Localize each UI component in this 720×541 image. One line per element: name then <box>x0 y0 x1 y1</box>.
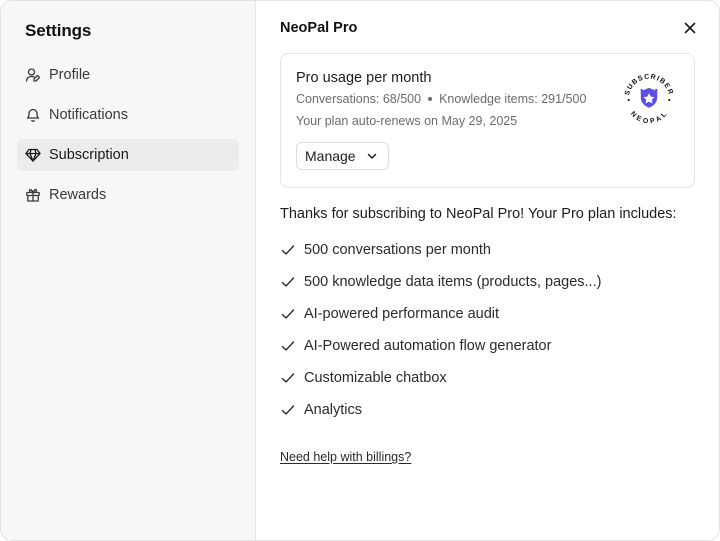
usage-card: Pro usage per month Conversations: 68/50… <box>280 53 695 188</box>
feature-label: Customizable chatbox <box>304 370 447 386</box>
close-button[interactable] <box>681 19 699 37</box>
check-icon <box>280 274 296 290</box>
sidebar-item-label: Subscription <box>49 147 129 163</box>
main-panel: NeoPal Pro Pro usage per month Conversat… <box>256 1 719 540</box>
sidebar-item-rewards[interactable]: Rewards <box>17 179 239 211</box>
list-item: Analytics <box>280 394 695 426</box>
feature-list: 500 conversations per month 500 knowledg… <box>280 234 695 426</box>
list-item: 500 conversations per month <box>280 234 695 266</box>
sidebar-title: Settings <box>25 21 92 40</box>
sidebar-item-profile[interactable]: Profile <box>17 59 239 91</box>
shield-icon <box>640 87 658 108</box>
manage-button[interactable]: Manage <box>296 142 389 170</box>
chevron-down-icon <box>367 153 376 159</box>
list-item: 500 knowledge data items (products, page… <box>280 266 695 298</box>
conversations-count: Conversations: 68/500 <box>296 92 422 106</box>
check-icon <box>280 370 296 386</box>
sidebar-item-notifications[interactable]: Notifications <box>17 99 239 131</box>
user-pen-icon <box>25 67 41 83</box>
check-icon <box>280 242 296 258</box>
check-icon <box>280 306 296 322</box>
close-icon <box>684 22 696 34</box>
badge-bottom-text: NEOPAL <box>629 110 668 125</box>
billing-help-link[interactable]: Need help with billings? <box>280 450 411 464</box>
feature-label: Analytics <box>304 402 363 418</box>
svg-text:NEOPAL: NEOPAL <box>629 110 669 125</box>
subscriber-badge: SUBSCRIBER NEOPAL <box>624 74 673 126</box>
gift-icon <box>25 187 41 203</box>
bell-icon <box>25 107 41 123</box>
list-item: AI-Powered automation flow generator <box>280 330 695 362</box>
check-icon <box>280 402 296 418</box>
feature-label: AI-Powered automation flow generator <box>304 338 552 354</box>
feature-label: 500 conversations per month <box>304 242 491 258</box>
separator-dot <box>428 97 433 101</box>
list-item: AI-powered performance audit <box>280 298 695 330</box>
manage-label: Manage <box>305 148 356 164</box>
list-item: Customizable chatbox <box>280 362 695 394</box>
feature-label: 500 knowledge data items (products, page… <box>304 274 602 290</box>
page-title: NeoPal Pro <box>280 20 358 36</box>
feature-label: AI-powered performance audit <box>304 306 500 322</box>
sidebar-item-label: Notifications <box>49 107 128 123</box>
gem-icon <box>25 147 41 163</box>
sidebar-item-label: Profile <box>49 67 91 83</box>
sidebar-item-subscription[interactable]: Subscription <box>17 139 239 171</box>
sidebar-item-label: Rewards <box>49 187 107 203</box>
thanks-message: Thanks for subscribing to NeoPal Pro! Yo… <box>280 206 677 222</box>
knowledge-count: Knowledge items: 291/500 <box>439 92 587 106</box>
check-icon <box>280 338 296 354</box>
settings-window: Settings Profile Notifications Subscript… <box>0 0 720 541</box>
sidebar: Settings Profile Notifications Subscript… <box>1 1 256 540</box>
